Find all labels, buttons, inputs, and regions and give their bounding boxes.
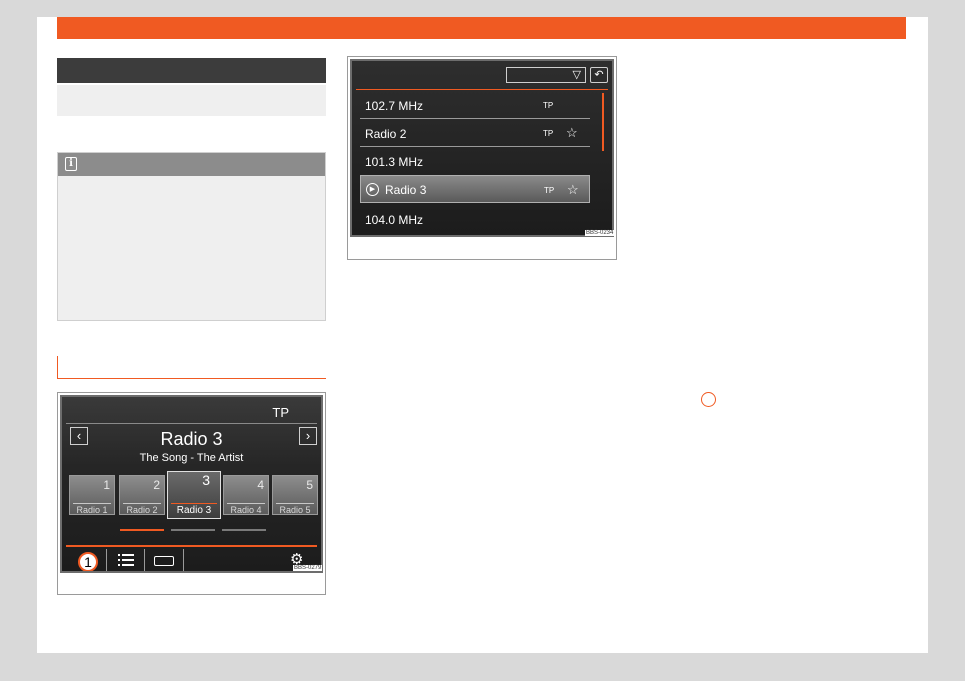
- star-icon[interactable]: ☆: [566, 125, 578, 141]
- source-dropdown[interactable]: ▽: [506, 67, 586, 83]
- tp-badge: TP: [543, 101, 554, 110]
- divider: [356, 89, 608, 90]
- section-marker: [57, 356, 58, 379]
- preset-button[interactable]: 1 Radio 1: [69, 475, 115, 515]
- tape-icon[interactable]: [154, 556, 174, 566]
- note-box: i: [57, 152, 326, 321]
- preset-line: [171, 503, 217, 504]
- preset-button[interactable]: 5 Radio 5: [272, 475, 318, 515]
- back-icon[interactable]: ↶: [590, 67, 608, 83]
- separator: [144, 549, 145, 571]
- radio-screen: TP ‹ › Radio 3 The Song - The Artist 1 R…: [60, 395, 323, 573]
- preset-label: Radio 4: [230, 505, 262, 515]
- preset-line: [276, 503, 314, 504]
- play-icon: ▶: [366, 183, 379, 196]
- preset-label: Radio 2: [126, 505, 158, 515]
- preset-button[interactable]: 4 Radio 4: [223, 475, 269, 515]
- preset-number: 3: [202, 472, 210, 488]
- station-row-label: Radio 2: [365, 127, 407, 141]
- list-icon[interactable]: [118, 553, 134, 567]
- preset-label: Radio 3: [176, 505, 212, 516]
- bottom-divider: [66, 545, 317, 547]
- station-row[interactable]: 104.0 MHz: [360, 205, 590, 233]
- station-row-label: 101.3 MHz: [365, 155, 424, 169]
- note-header: i: [58, 153, 325, 176]
- scrollbar[interactable]: [602, 93, 604, 151]
- preset-line: [123, 503, 161, 504]
- page-indicator: [171, 529, 215, 531]
- preset-number: 4: [257, 478, 264, 492]
- preset-button[interactable]: 2 Radio 2: [119, 475, 165, 515]
- divider: [66, 423, 317, 424]
- station-row-label: 104.0 MHz: [365, 213, 424, 227]
- header-bar: [57, 17, 906, 39]
- preset-number: 2: [153, 478, 160, 492]
- preset-label: Radio 1: [76, 505, 108, 515]
- station-row[interactable]: 102.7 MHz TP: [360, 91, 590, 119]
- station-row[interactable]: Radio 2 TP ☆: [360, 119, 590, 147]
- preset-number: 1: [103, 478, 110, 492]
- figure-radio-main: TP ‹ › Radio 3 The Song - The Artist 1 R…: [57, 392, 326, 595]
- info-icon: i: [65, 157, 77, 171]
- tp-badge: TP: [543, 129, 554, 138]
- song-info: The Song - The Artist: [139, 452, 244, 464]
- preset-line: [227, 503, 265, 504]
- figure-station-list: ▽ ↶ 102.7 MHz TP Radio 2 TP ☆ 101.3 MHz …: [347, 56, 617, 260]
- dropdown-triangle-icon: ▽: [572, 69, 581, 81]
- figure-code: BBS-0279: [293, 565, 323, 571]
- station-list-screen: ▽ ↶ 102.7 MHz TP Radio 2 TP ☆ 101.3 MHz …: [350, 59, 614, 237]
- station-name: Radio 3: [160, 429, 223, 449]
- station-row-selected[interactable]: ▶ Radio 3 TP ☆: [360, 175, 590, 203]
- separator: [183, 549, 184, 571]
- preset-line: [73, 503, 111, 504]
- station-row-label: Radio 3: [385, 183, 427, 197]
- station-row[interactable]: 101.3 MHz: [360, 147, 590, 175]
- tp-indicator: TP: [272, 405, 289, 420]
- tp-badge: TP: [544, 186, 555, 195]
- callout-ring: [701, 392, 716, 407]
- page-indicator-active: [120, 529, 164, 531]
- preset-button-active[interactable]: 3 Radio 3: [167, 471, 221, 519]
- station-row-label: 102.7 MHz: [365, 99, 424, 113]
- page-indicator: [222, 529, 266, 531]
- section-band: [57, 85, 326, 116]
- section-header-dark: [57, 58, 326, 83]
- preset-label: Radio 5: [279, 505, 311, 515]
- separator: [106, 549, 107, 571]
- preset-number: 5: [306, 478, 313, 492]
- callout-marker: 1: [78, 552, 98, 571]
- star-icon[interactable]: ☆: [567, 182, 579, 198]
- figure-code: BBS-0234: [585, 230, 615, 236]
- section-rule: [57, 378, 326, 379]
